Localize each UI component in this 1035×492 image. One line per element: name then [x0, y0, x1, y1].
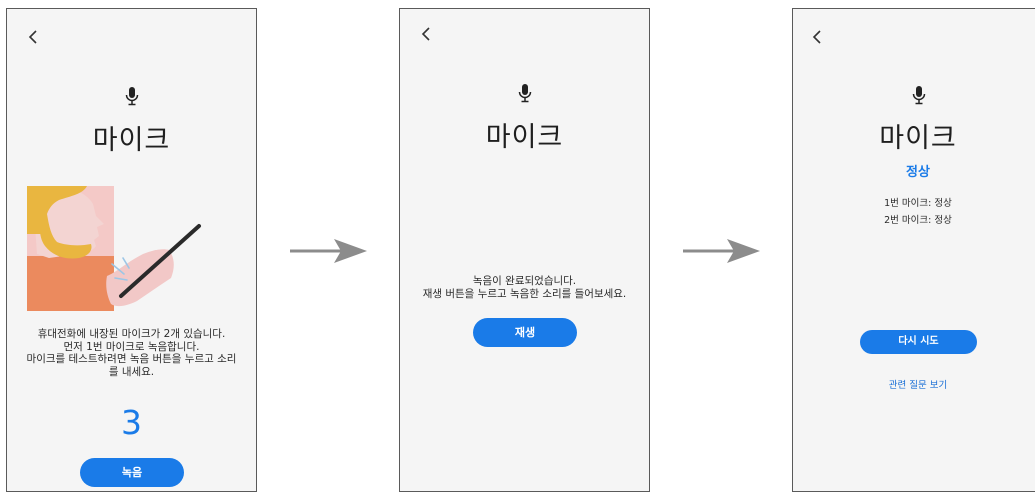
recording-complete-message: 녹음이 완료되었습니다. 재생 버튼을 누르고 녹음한 소리를 들어보세요.	[400, 275, 649, 300]
microphone-icon	[518, 84, 532, 103]
related-questions-link[interactable]: 관련 질문 보기	[801, 377, 1035, 391]
screen-record: 마이크 휴대전화에 내장된 마이크가 2개 있습니다. 먼저 1번 마이크로 녹…	[6, 8, 257, 492]
microphone-icon	[125, 87, 139, 106]
retry-button[interactable]: 다시 시도	[860, 330, 977, 354]
right-arrow-icon	[290, 239, 367, 263]
mic-result-row: 2번 마이크: 정상	[884, 215, 952, 226]
screen-play: 마이크 녹음이 완료되었습니다. 재생 버튼을 누르고 녹음한 소리를 들어보세…	[399, 8, 650, 492]
back-chevron-icon[interactable]	[419, 26, 433, 42]
back-chevron-icon[interactable]	[810, 29, 824, 45]
instructions-line: 휴대전화에 내장된 마이크가 2개 있습니다.	[37, 328, 226, 340]
back-chevron-icon[interactable]	[26, 29, 40, 45]
countdown-number: 3	[121, 403, 142, 442]
mic-result-row: 1번 마이크: 정상	[884, 198, 952, 209]
instructions-line: 먼저 1번 마이크로 녹음합니다.	[63, 340, 200, 353]
instructions-text: 휴대전화에 내장된 마이크가 2개 있습니다. 먼저 1번 마이크로 녹음합니다…	[7, 328, 256, 378]
message-line: 재생 버튼을 누르고 녹음한 소리를 들어보세요.	[422, 287, 627, 300]
page-title: 마이크	[485, 122, 564, 153]
page-title: 마이크	[92, 125, 171, 156]
mic-results: 1번 마이크: 정상 2번 마이크: 정상	[801, 195, 1035, 229]
record-button[interactable]: 녹음	[80, 458, 184, 487]
right-arrow-icon	[683, 239, 760, 263]
instructions-line: 를 내세요.	[108, 365, 155, 378]
microphone-icon	[912, 86, 926, 105]
instructions-line: 마이크를 테스트하려면 녹음 버튼을 누르고 소리	[26, 353, 237, 365]
page-title: 마이크	[879, 123, 957, 154]
play-button[interactable]: 재생	[473, 318, 577, 347]
status-label: 정상	[906, 165, 930, 180]
microphone-test-illustration	[27, 186, 201, 311]
screen-result: 마이크 정상 1번 마이크: 정상 2번 마이크: 정상 다시 시도 관련 질문…	[792, 8, 1035, 492]
message-line: 녹음이 완료되었습니다.	[472, 275, 577, 287]
